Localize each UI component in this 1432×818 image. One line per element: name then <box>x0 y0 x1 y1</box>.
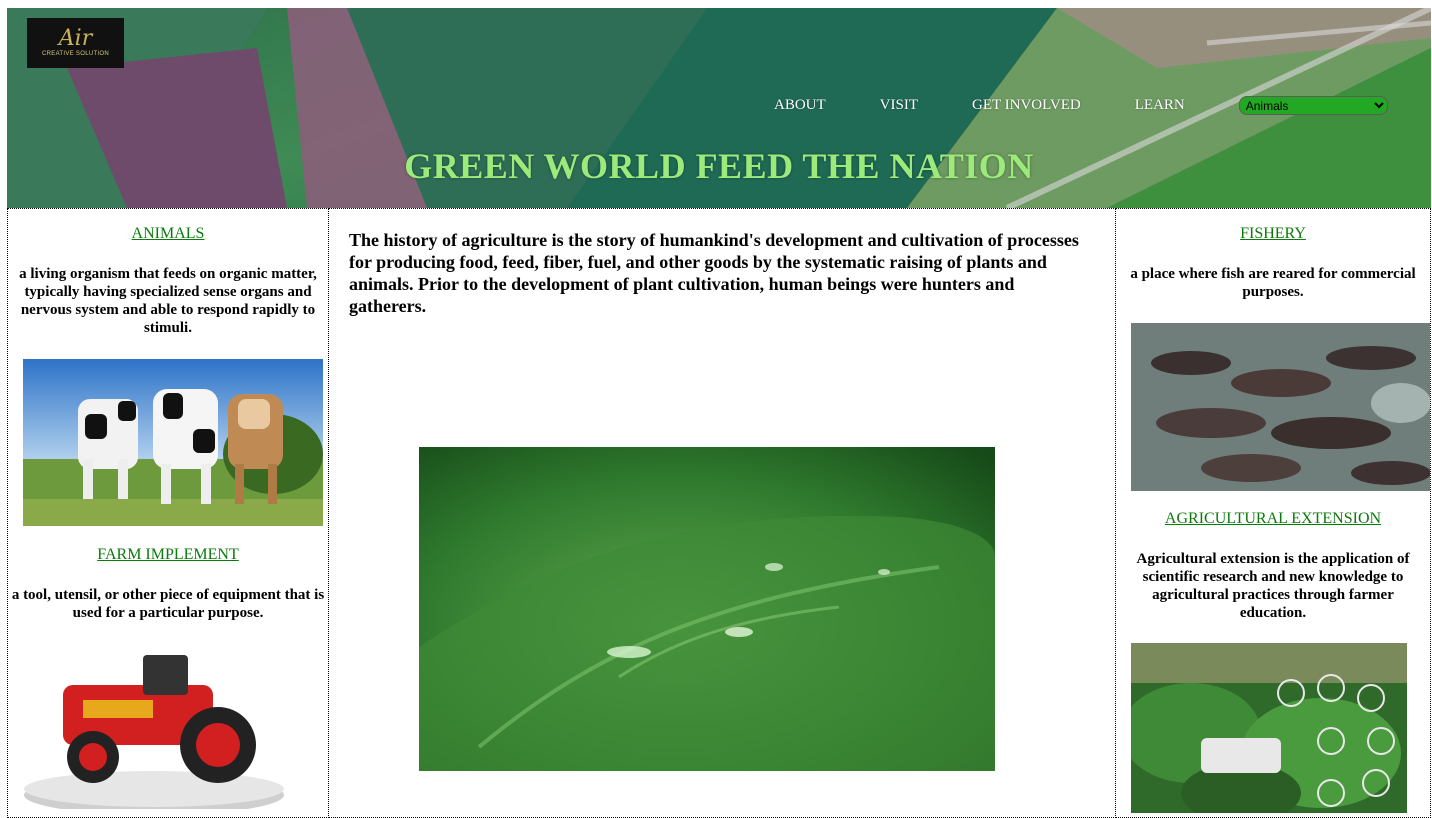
animals-description: a living organism that feeds on organic … <box>19 266 317 336</box>
nav-learn[interactable]: LEARN <box>1135 97 1185 114</box>
brand-logo[interactable]: Air CREATIVE SOLUTION <box>27 18 124 68</box>
farm-implement-link[interactable]: FARM IMPLEMENT <box>8 546 328 564</box>
logo-mark: Air <box>58 26 93 51</box>
fishery-link[interactable]: FISHERY <box>1116 225 1430 243</box>
nav-visit[interactable]: VISIT <box>880 97 918 114</box>
nav-about[interactable]: ABOUT <box>774 97 826 114</box>
right-sidebar: FISHERY a place where fish are reared fo… <box>1115 208 1431 818</box>
agricultural-extension-link[interactable]: AGRICULTURAL EXTENSION <box>1116 510 1430 528</box>
main-content: The history of agriculture is the story … <box>329 208 1116 818</box>
header-banner: Air CREATIVE SOLUTION ABOUT VISIT GET IN… <box>7 8 1431 208</box>
animals-link[interactable]: ANIMALS <box>8 225 328 243</box>
extension-image <box>1131 643 1407 813</box>
site-title: GREEN WORLD FEED THE NATION <box>404 146 1034 186</box>
fishery-image <box>1131 323 1430 491</box>
cows-image <box>23 359 323 526</box>
tractor-image <box>23 645 285 809</box>
fishery-description: a place where fish are reared for commer… <box>1130 266 1416 300</box>
farm-implement-description: a tool, utensil, or other piece of equip… <box>11 587 325 621</box>
leaf-video[interactable] <box>419 447 995 771</box>
category-select[interactable]: Animals <box>1238 96 1388 115</box>
left-sidebar: ANIMALS a living organism that feeds on … <box>7 208 329 818</box>
main-nav: ABOUT VISIT GET INVOLVED LEARN Animals <box>774 96 1388 115</box>
intro-paragraph: The history of agriculture is the story … <box>349 230 1079 316</box>
agricultural-extension-description: Agricultural extension is the applicatio… <box>1136 551 1410 621</box>
nav-get-involved[interactable]: GET INVOLVED <box>972 97 1081 114</box>
logo-subtitle: CREATIVE SOLUTION <box>42 51 109 57</box>
